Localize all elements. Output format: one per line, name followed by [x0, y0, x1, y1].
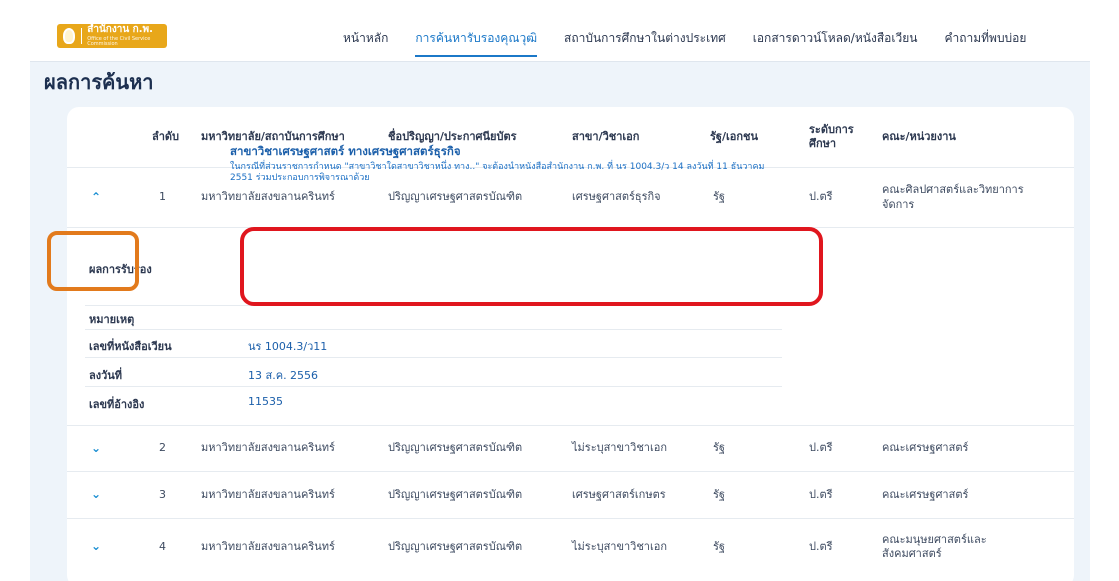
page-title: ผลการค้นหา [44, 70, 154, 94]
row-no: 3 [159, 487, 166, 501]
header-sector: รัฐ/เอกชน [710, 129, 759, 143]
row-level: ป.ตรี [809, 539, 833, 553]
chevron-down-icon[interactable]: ⌄ [91, 472, 101, 518]
header-faculty: คณะ/หน่วยงาน [882, 129, 956, 143]
chevron-down-icon[interactable]: ⌄ [91, 426, 101, 471]
row-sector: รัฐ [713, 441, 725, 455]
row-university: มหาวิทยาลัยสงขลานครินทร์ [201, 539, 335, 553]
divider [85, 386, 782, 387]
date-label: ลงวันที่ [89, 369, 123, 382]
nav-home[interactable]: หน้าหลัก [343, 29, 388, 48]
row-degree: ปริญญาเศรษฐศาสตรบัณฑิต [388, 487, 523, 501]
nav-qualification-search[interactable]: การค้นหารับรองคุณวุฒิ [415, 29, 537, 57]
header-no: ลำดับ [152, 129, 180, 143]
top-navigation: สำนักงาน ก.พ. Office of the Civil Servic… [30, 14, 1090, 62]
certification-note[interactable]: ในกรณีที่ส่วนราชการกำหนด "สาขาวิชาใดสาขา… [230, 162, 770, 185]
nav-faq[interactable]: คำถามที่พบบ่อย [944, 29, 1026, 48]
divider [85, 329, 782, 330]
table-row[interactable]: ⌄ 2 มหาวิทยาลัยสงขลานครินทร์ ปริญญาเศรษฐ… [67, 425, 1074, 472]
main-menu: หน้าหลัก การค้นหารับรองคุณวุฒิ สถาบันการ… [343, 14, 1053, 62]
row-faculty: คณะมนุษยศาสตร์และสังคมศาสตร์ [882, 532, 987, 560]
logo-sub-text: Office of the Civil Service Commission [87, 36, 151, 47]
row-sector: รัฐ [713, 487, 725, 501]
row-no: 1 [159, 190, 166, 204]
row-university: มหาวิทยาลัยสงขลานครินทร์ [201, 441, 335, 455]
circular-label: เลขที่หนังสือเวียน [89, 340, 172, 353]
emblem-icon [63, 28, 76, 44]
logo-main-text: สำนักงาน ก.พ. [87, 24, 153, 35]
red-highlight-box [240, 227, 823, 306]
table-row[interactable]: ⌄ 4 มหาวิทยาลัยสงขลานครินทร์ ปริญญาเศรษฐ… [67, 519, 1074, 575]
row-faculty: คณะเศรษฐศาสตร์ [882, 487, 969, 501]
row-level: ป.ตรี [809, 441, 833, 455]
row-university: มหาวิทยาลัยสงขลานครินทร์ [201, 487, 335, 501]
table-row[interactable]: ⌄ 3 มหาวิทยาลัยสงขลานครินทร์ ปริญญาเศรษฐ… [67, 472, 1074, 519]
row-major: เศรษฐศาสตร์เกษตร [572, 487, 666, 501]
nav-downloads[interactable]: เอกสารดาวน์โหลด/หนังสือเวียน [753, 29, 918, 48]
chevron-up-icon[interactable]: ⌃ [91, 168, 101, 227]
header-level: ระดับการ ศึกษา [809, 122, 854, 150]
row-no: 2 [159, 441, 166, 455]
remark-label: หมายเหตุ [89, 313, 135, 326]
reference-value: 11535 [248, 395, 283, 408]
row-faculty: คณะศิลปศาสตร์และวิทยาการจัดการ [882, 183, 1024, 211]
row-degree: ปริญญาเศรษฐศาสตรบัณฑิต [388, 539, 523, 553]
reference-label: เลขที่อ้างอิง [89, 398, 145, 411]
row-major: ไม่ระบุสาขาวิชาเอก [572, 441, 668, 455]
row-degree: ปริญญาเศรษฐศาสตรบัณฑิต [388, 441, 523, 455]
logo-text: สำนักงาน ก.พ. Office of the Civil Servic… [87, 25, 167, 47]
chevron-down-icon[interactable]: ⌄ [91, 519, 101, 575]
row-major: ไม่ระบุสาขาวิชาเอก [572, 539, 668, 553]
nav-foreign-institutions[interactable]: สถาบันการศึกษาในต่างประเทศ [564, 29, 726, 48]
row-no: 4 [159, 539, 166, 553]
certification-title: สาขาวิชาเศรษฐศาสตร์ ทางเศรษฐศาสตร์ธุรกิจ [230, 144, 461, 158]
row-sector: รัฐ [713, 539, 725, 553]
header-major: สาขา/วิชาเอก [572, 129, 640, 143]
circular-value: นร 1004.3/ว11 [248, 340, 328, 353]
divider [85, 357, 782, 358]
date-value: 13 ส.ค. 2556 [248, 369, 319, 382]
table-header: ลำดับ มหาวิทยาลัย/สถาบันการศึกษา ชื่อปริ… [67, 107, 1074, 168]
logo-divider [81, 28, 83, 44]
row-level: ป.ตรี [809, 190, 833, 204]
orange-highlight-box [47, 231, 139, 291]
row-level: ป.ตรี [809, 487, 833, 501]
row-faculty: คณะเศรษฐศาสตร์ [882, 441, 969, 455]
ocsc-logo[interactable]: สำนักงาน ก.พ. Office of the Civil Servic… [57, 24, 167, 48]
